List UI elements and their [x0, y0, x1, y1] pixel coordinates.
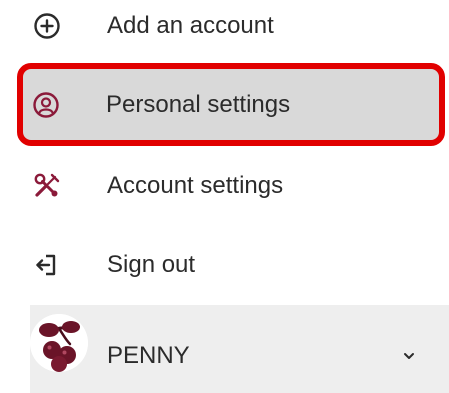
user-circle-icon — [31, 90, 61, 120]
plus-circle-icon — [32, 11, 62, 41]
chevron-down-icon[interactable] — [400, 347, 418, 365]
berries-avatar-icon — [30, 314, 88, 372]
tools-icon — [32, 171, 62, 201]
account-menu: Add an account Personal settings Account… — [0, 0, 449, 393]
add-account-item[interactable]: Add an account — [18, 11, 449, 41]
sign-out-icon — [32, 250, 62, 280]
sign-out-label: Sign out — [107, 251, 196, 278]
account-settings-item[interactable]: Account settings — [18, 171, 449, 201]
sign-out-item[interactable]: Sign out — [18, 250, 449, 280]
account-settings-label: Account settings — [107, 172, 284, 199]
user-account-row[interactable]: PENNY — [30, 305, 449, 393]
personal-settings-item[interactable]: Personal settings — [17, 63, 445, 146]
user-name: PENNY — [107, 342, 190, 369]
add-account-label: Add an account — [107, 12, 274, 39]
personal-settings-label: Personal settings — [106, 90, 291, 118]
